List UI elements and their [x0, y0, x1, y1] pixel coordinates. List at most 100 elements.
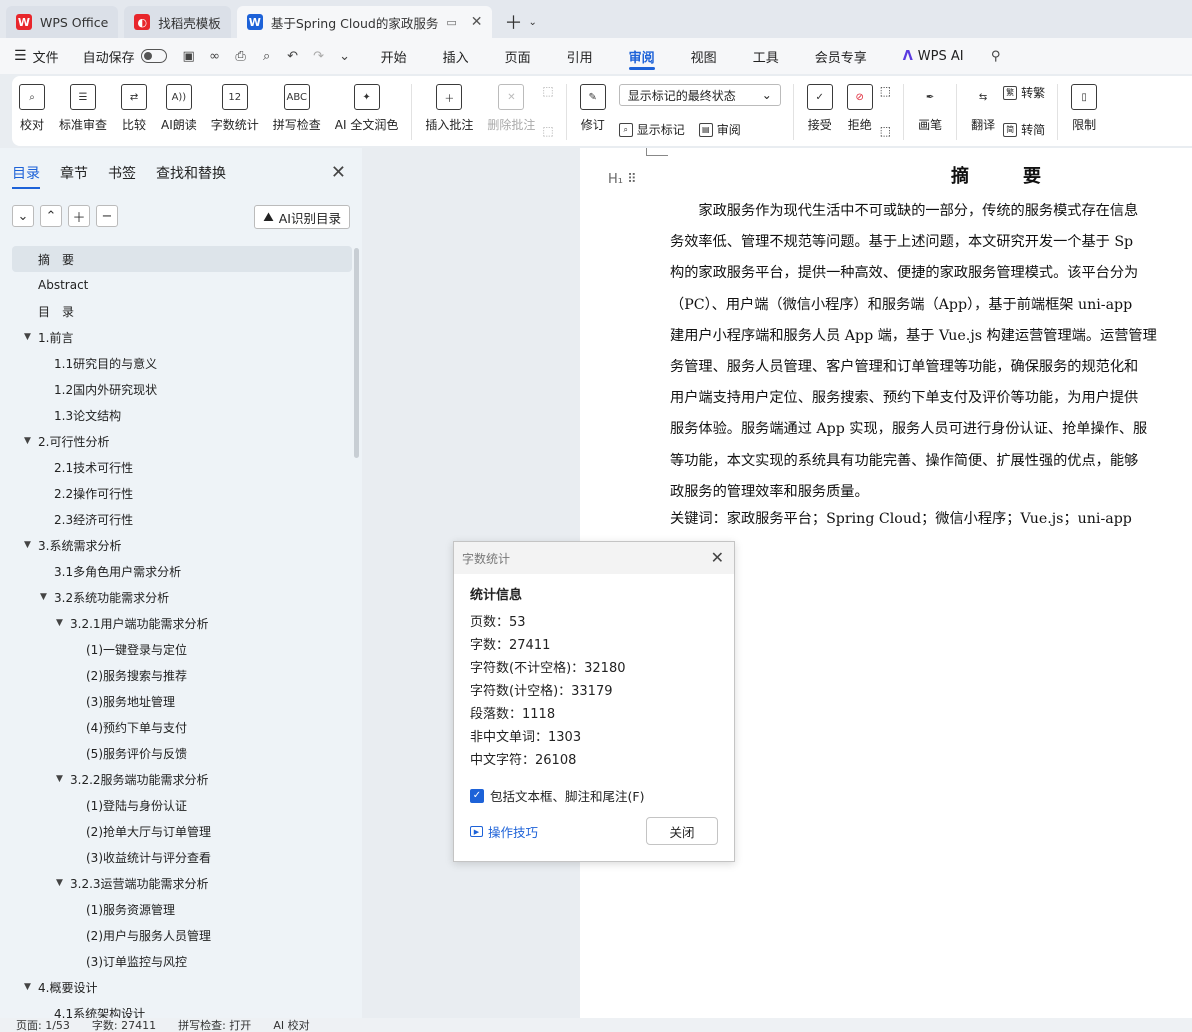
toc-item[interactable]: 1.2国内外研究现状: [12, 376, 352, 402]
redo-icon[interactable]: ↷: [311, 48, 327, 64]
next-change-icon[interactable]: ⬚: [880, 124, 891, 138]
toc-item[interactable]: 3.1多角色用户需求分析: [12, 558, 352, 584]
toc-item[interactable]: (4)预约下单与支付: [12, 714, 352, 740]
toc-item[interactable]: ▼ 3.2.1用户端功能需求分析: [12, 610, 352, 636]
include-textbox-checkbox[interactable]: ✓ 包括文本框、脚注和尾注(F): [470, 786, 718, 805]
toc-item[interactable]: (3)收益统计与评分查看: [12, 844, 352, 870]
expand-up-button[interactable]: ⌃: [40, 205, 62, 227]
toc-item[interactable]: 1.1研究目的与意义: [12, 350, 352, 376]
tab-template[interactable]: ◐ 找稻壳模板: [124, 6, 231, 38]
chevron-down-icon[interactable]: ⌄: [337, 48, 353, 64]
tab-review[interactable]: 审阅: [628, 38, 655, 74]
word-count-button[interactable]: 12 字数统计: [211, 84, 259, 133]
revise-button[interactable]: ✎ 修订: [579, 84, 606, 133]
toc-item[interactable]: (2)抢单大厅与订单管理: [12, 818, 352, 844]
ai-read-button[interactable]: A)) AI朗读: [161, 84, 197, 133]
save-icon[interactable]: ▣: [181, 48, 197, 64]
caret-down-icon[interactable]: ▼: [40, 592, 54, 602]
toc-item[interactable]: (3)订单监控与风控: [12, 948, 352, 974]
toc-item[interactable]: 目 录: [12, 298, 352, 324]
tab-reference[interactable]: 引用: [567, 38, 593, 74]
toc-item[interactable]: (1)一键登录与定位: [12, 636, 352, 662]
translate-button[interactable]: ⇆ 翻译: [970, 84, 996, 133]
status-ai-proof[interactable]: AI 校对: [273, 1018, 309, 1032]
toc-item[interactable]: ▼ 4.概要设计: [12, 974, 352, 1000]
tab-wps-ai[interactable]: ᐱ WPS AI: [903, 38, 964, 74]
caret-down-icon[interactable]: ▼: [56, 618, 70, 628]
file-menu[interactable]: ☰ 文件: [14, 47, 59, 66]
link-icon[interactable]: ∞: [207, 48, 223, 64]
toc-item[interactable]: 摘 要: [12, 246, 352, 272]
new-tab-button[interactable]: ＋ ⌄: [498, 6, 542, 38]
tab-wps-office[interactable]: W WPS Office: [6, 6, 119, 38]
status-words[interactable]: 字数: 27411: [92, 1018, 156, 1032]
tab-document[interactable]: W 基于Spring Cloud的家政服务 ▭ ✕: [236, 6, 493, 38]
toc-item[interactable]: ▼ 2.可行性分析: [12, 428, 352, 454]
print-preview-icon[interactable]: ⌕: [259, 48, 275, 64]
insert-comment-button[interactable]: ＋插入批注: [425, 84, 473, 133]
status-spell[interactable]: 拼写检查: 打开: [178, 1018, 251, 1032]
toc-item[interactable]: (3)服务地址管理: [12, 688, 352, 714]
add-heading-button[interactable]: ＋: [68, 205, 90, 227]
markup-state-select[interactable]: 显示标记的最终状态 ⌄: [618, 84, 781, 106]
tab-insert[interactable]: 插入: [443, 38, 469, 74]
tips-link[interactable]: ▶ 操作技巧: [470, 822, 538, 841]
undo-icon[interactable]: ↶: [285, 48, 301, 64]
caret-down-icon[interactable]: ▼: [24, 332, 38, 342]
toc-item[interactable]: (2)服务搜索与推荐: [12, 662, 352, 688]
toc-item[interactable]: 2.3经济可行性: [12, 506, 352, 532]
close-tab-icon[interactable]: ✕: [471, 14, 483, 30]
nav-tab-bookmarks[interactable]: 书签: [108, 163, 136, 183]
restrict-button[interactable]: ▯ 限制: [1071, 84, 1098, 133]
review-pane-button[interactable]: ▤ 审阅: [698, 121, 741, 138]
previous-comment-icon[interactable]: ⬚: [542, 84, 553, 98]
ai-toc-button[interactable]: ⛰ AI识别目录: [254, 205, 350, 229]
to-simplified-button[interactable]: 简转简: [1003, 121, 1045, 138]
close-icon[interactable]: ✕: [331, 162, 346, 183]
tab-view[interactable]: 视图: [691, 38, 717, 74]
proof-button[interactable]: ⌕ 校对: [19, 84, 45, 133]
close-icon[interactable]: ✕: [711, 548, 724, 567]
remove-heading-button[interactable]: −: [96, 205, 118, 227]
close-button[interactable]: 关闭: [646, 817, 718, 845]
caret-down-icon[interactable]: ▼: [24, 982, 38, 992]
toc-item[interactable]: Abstract: [12, 272, 352, 298]
toc-item[interactable]: ▼ 3.2系统功能需求分析: [12, 584, 352, 610]
show-markup-button[interactable]: ⌕ 显示标记: [618, 121, 685, 138]
next-comment-icon[interactable]: ⬚: [542, 124, 553, 138]
toc-item[interactable]: 1.3论文结构: [12, 402, 352, 428]
caret-down-icon[interactable]: ▼: [24, 436, 38, 446]
reject-button[interactable]: ⊘ 拒绝: [846, 84, 873, 133]
toc-item[interactable]: 2.2操作可行性: [12, 480, 352, 506]
toggle-switch[interactable]: [140, 49, 167, 63]
tab-start[interactable]: 开始: [381, 38, 407, 74]
caret-down-icon[interactable]: ▼: [24, 540, 38, 550]
to-traditional-button[interactable]: 繁转繁: [1003, 84, 1045, 101]
caret-down-icon[interactable]: ▼: [56, 878, 70, 888]
search-icon[interactable]: ⚲: [988, 48, 1004, 64]
spell-check-button[interactable]: ABC 拼写检查: [273, 84, 321, 133]
ai-polish-button[interactable]: ✦ AI 全文润色: [335, 84, 398, 133]
nav-tab-toc[interactable]: 目录: [12, 163, 40, 189]
print-icon[interactable]: ⎙: [233, 48, 249, 64]
toc-item[interactable]: (5)服务评价与反馈: [12, 740, 352, 766]
nav-scrollbar[interactable]: [354, 248, 359, 458]
toc-item[interactable]: ▼ 1.前言: [12, 324, 352, 350]
nav-tab-find-replace[interactable]: 查找和替换: [156, 163, 226, 183]
toc-item[interactable]: ▼ 3.2.2服务端功能需求分析: [12, 766, 352, 792]
accept-button[interactable]: ✓ 接受: [806, 84, 833, 133]
toc-item[interactable]: ▼ 3.2.3运营端功能需求分析: [12, 870, 352, 896]
standard-review-button[interactable]: ☰ 标准审查: [59, 84, 107, 133]
previous-change-icon[interactable]: ⬚: [880, 84, 891, 98]
tab-page[interactable]: 页面: [505, 38, 531, 74]
status-page[interactable]: 页面: 1/53: [16, 1018, 70, 1032]
compare-button[interactable]: ⇄ 比较: [121, 84, 148, 133]
toc-item[interactable]: ▼ 3.系统需求分析: [12, 532, 352, 558]
toc-item[interactable]: (1)登陆与身份认证: [12, 792, 352, 818]
screen-icon[interactable]: ▭: [446, 16, 456, 29]
caret-down-icon[interactable]: ▼: [56, 774, 70, 784]
tab-tools[interactable]: 工具: [753, 38, 779, 74]
toc-item[interactable]: 2.1技术可行性: [12, 454, 352, 480]
toc-item[interactable]: (1)服务资源管理: [12, 896, 352, 922]
chevron-down-icon[interactable]: ⌄: [528, 17, 536, 28]
